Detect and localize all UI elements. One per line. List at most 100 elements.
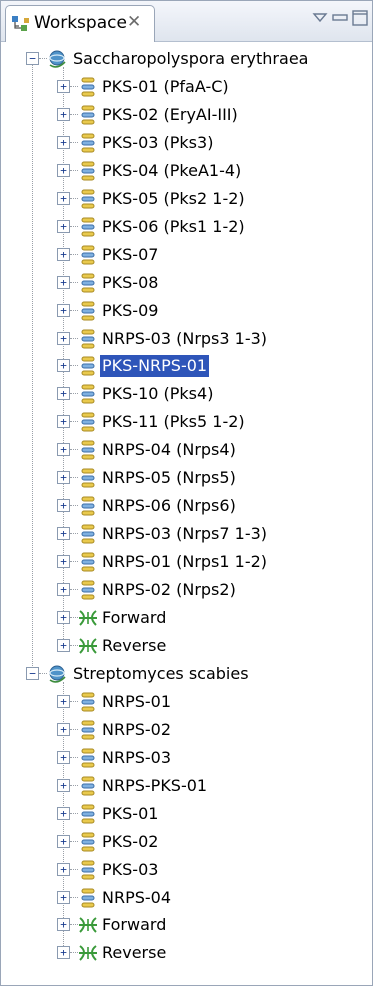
expand-icon[interactable]: + [57, 694, 70, 708]
expand-icon[interactable]: + [57, 415, 70, 429]
tree-node-label: PKS-03 (Pks3) [102, 132, 214, 152]
tree-node-label: PKS-02 [102, 831, 159, 851]
expand-icon[interactable]: + [57, 890, 70, 904]
tree-node[interactable]: + NRPS-04 [1, 884, 372, 912]
maximize-icon[interactable] [351, 9, 369, 27]
cluster-icon [77, 523, 99, 545]
collapse-icon[interactable]: − [26, 52, 39, 65]
tree-node-label: PKS-08 [102, 272, 159, 292]
tree-node-label: NRPS-05 (Nrps5) [102, 468, 236, 488]
tree-node[interactable]: + PKS-03 (Pks3) [1, 129, 372, 157]
expand-icon[interactable]: + [57, 583, 70, 597]
tree-root-node[interactable]: − Streptomyces scabies [1, 660, 372, 688]
tree-root-node[interactable]: − Saccharopolyspora erythraea [1, 45, 372, 73]
expand-icon[interactable]: + [57, 163, 70, 177]
expand-icon[interactable]: + [57, 834, 70, 848]
tree-node[interactable]: + NRPS-PKS-01 [1, 772, 372, 800]
strand-icon [77, 914, 99, 936]
cluster-icon [77, 383, 99, 405]
tree-node-label: NRPS-03 (Nrps7 1-3) [102, 524, 268, 544]
tree-node[interactable]: + PKS-02 (EryAI-III) [1, 101, 372, 129]
expand-icon[interactable]: + [57, 107, 70, 121]
cluster-icon [77, 495, 99, 517]
expand-icon[interactable]: + [57, 359, 70, 373]
tree-node[interactable]: + PKS-01 (PfaA-C) [1, 73, 372, 101]
expand-icon[interactable]: + [57, 918, 70, 932]
tree-node[interactable]: + NRPS-01 [1, 688, 372, 716]
expand-icon[interactable]: + [57, 946, 70, 960]
tree-node[interactable]: + NRPS-06 (Nrps6) [1, 492, 372, 520]
workspace-tab[interactable]: Workspace ✕ [5, 5, 155, 42]
tree-node[interactable]: + Forward [1, 911, 372, 939]
expand-icon[interactable]: + [57, 778, 70, 792]
expand-icon[interactable]: + [57, 387, 70, 401]
tree-node[interactable]: + NRPS-03 [1, 744, 372, 772]
cluster-icon [77, 244, 99, 266]
cluster-icon [77, 272, 99, 294]
tree-node[interactable]: + NRPS-03 (Nrps3 1-3) [1, 325, 372, 353]
tree-node[interactable]: + PKS-05 (Pks2 1-2) [1, 185, 372, 213]
tree-node[interactable]: + Reverse [1, 939, 372, 967]
cluster-icon [77, 859, 99, 881]
tree-node[interactable]: + PKS-NRPS-01 [1, 352, 372, 380]
tree-node-label: NRPS-04 (Nrps4) [102, 440, 236, 460]
expand-icon[interactable]: + [57, 331, 70, 345]
tree-node-label: Reverse [102, 943, 167, 963]
tree-node[interactable]: + NRPS-02 [1, 716, 372, 744]
expand-icon[interactable]: + [57, 191, 70, 205]
tree-node-label: PKS-06 (Pks1 1-2) [102, 216, 245, 236]
strand-icon [77, 635, 99, 657]
expand-icon[interactable]: + [57, 806, 70, 820]
expand-icon[interactable]: + [57, 79, 70, 93]
cluster-icon [77, 887, 99, 909]
close-icon[interactable]: ✕ [127, 12, 141, 32]
tree-node[interactable]: + PKS-10 (Pks4) [1, 380, 372, 408]
expand-icon[interactable]: + [57, 219, 70, 233]
collapse-icon[interactable]: − [26, 666, 39, 680]
expand-icon[interactable]: + [57, 135, 70, 149]
tree-node[interactable]: + PKS-01 [1, 800, 372, 828]
expand-icon[interactable]: + [57, 499, 70, 513]
expand-icon[interactable]: + [57, 443, 70, 457]
tree-node[interactable]: + PKS-07 [1, 241, 372, 269]
tree-node[interactable]: + NRPS-02 (Nrps2) [1, 576, 372, 604]
expand-icon[interactable]: + [57, 750, 70, 764]
minimize-icon[interactable] [331, 9, 349, 27]
workspace-view: Workspace ✕ − Saccharopolyspora erythraea… [0, 0, 373, 986]
tree-node[interactable]: + PKS-04 (PkeA1-4) [1, 157, 372, 185]
expand-icon[interactable]: + [57, 611, 70, 624]
tree-node[interactable]: + NRPS-01 (Nrps1 1-2) [1, 548, 372, 576]
tree-node-label: PKS-09 [102, 300, 159, 320]
expand-icon[interactable]: + [57, 555, 70, 569]
tree-node[interactable]: + PKS-11 (Pks5 1-2) [1, 408, 372, 436]
expand-icon[interactable]: + [57, 638, 70, 652]
cluster-icon [77, 411, 99, 433]
expand-icon[interactable]: + [57, 471, 70, 485]
tree-node-label: PKS-02 (EryAI-III) [102, 104, 238, 124]
tree-node-label: Reverse [102, 635, 167, 655]
cluster-icon [77, 803, 99, 825]
tree-node[interactable]: + NRPS-03 (Nrps7 1-3) [1, 520, 372, 548]
tree-node[interactable]: + NRPS-04 (Nrps4) [1, 436, 372, 464]
tree-node[interactable]: + NRPS-05 (Nrps5) [1, 464, 372, 492]
tree-node-label: Forward [102, 915, 167, 935]
tree-node[interactable]: + PKS-06 (Pks1 1-2) [1, 213, 372, 241]
tree-node[interactable]: + PKS-02 [1, 828, 372, 856]
cluster-icon [77, 831, 99, 853]
expand-icon[interactable]: + [57, 862, 70, 876]
view-menu-icon[interactable] [311, 9, 329, 27]
tree-node[interactable]: + Forward [1, 604, 372, 632]
tree-node[interactable]: + PKS-09 [1, 297, 372, 325]
tree-node[interactable]: + PKS-03 [1, 856, 372, 884]
expand-icon[interactable]: + [57, 527, 70, 541]
expand-icon[interactable]: + [57, 275, 70, 289]
tree-node[interactable]: + PKS-08 [1, 269, 372, 297]
cluster-icon [77, 719, 99, 741]
cluster-icon [77, 328, 99, 350]
expand-icon[interactable]: + [57, 722, 70, 736]
expand-icon[interactable]: + [57, 247, 70, 261]
tree-node[interactable]: + Reverse [1, 632, 372, 660]
workspace-tree[interactable]: − Saccharopolyspora erythraea + PKS-01 (Pfa… [1, 41, 372, 985]
expand-icon[interactable]: + [57, 303, 70, 317]
genome-label: Saccharopolyspora erythraea [73, 49, 309, 68]
